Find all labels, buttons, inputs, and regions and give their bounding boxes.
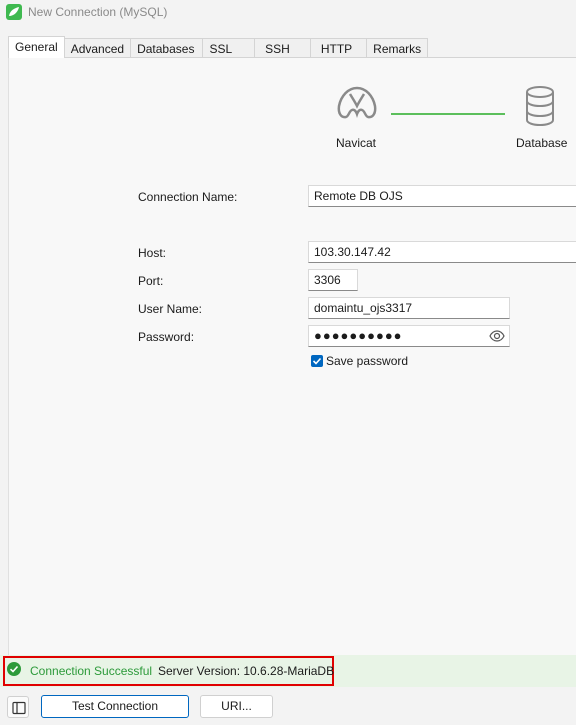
server-version: Server Version: 10.6.28-MariaDB [158, 664, 335, 678]
status-message: Connection Successful [30, 664, 153, 678]
navicat-logo-icon [333, 84, 381, 126]
user-name-input[interactable]: domaintu_ojs3317 [308, 297, 510, 319]
port-label: Port: [138, 274, 164, 288]
database-icon [522, 84, 558, 128]
navicat-app-icon [6, 4, 22, 20]
window-title: New Connection (MySQL) [28, 5, 168, 19]
save-password-checkbox[interactable] [311, 355, 323, 367]
checkmark-icon [312, 357, 322, 365]
test-connection-button[interactable]: Test Connection [41, 695, 189, 718]
eye-icon[interactable] [489, 329, 505, 343]
title-bar: New Connection (MySQL) [0, 0, 576, 26]
check-circle-icon [7, 662, 21, 676]
host-input[interactable]: 103.30.147.42 [308, 241, 576, 263]
save-password-label: Save password [326, 354, 409, 368]
uri-button[interactable]: URI... [200, 695, 273, 718]
host-label: Host: [138, 246, 167, 260]
port-input[interactable]: 3306 [308, 269, 358, 291]
tab-strip: General Advanced Databases SSL SSH HTTP … [8, 36, 429, 60]
connection-name-input[interactable]: Remote DB OJS [308, 185, 576, 207]
password-input[interactable]: ●●●●●●●●●● [308, 325, 510, 347]
connection-line [391, 113, 505, 115]
sidebar-toggle-icon [12, 701, 26, 715]
user-name-label: User Name: [138, 302, 203, 316]
password-label: Password: [138, 330, 195, 344]
navicat-caption: Navicat [336, 136, 377, 150]
general-panel [8, 57, 576, 655]
password-mask: ●●●●●●●●●● [314, 328, 403, 343]
toggle-panel-button[interactable] [7, 696, 29, 718]
connection-name-label: Connection Name: [138, 190, 238, 204]
tab-general[interactable]: General [8, 36, 65, 58]
database-caption: Database [516, 136, 568, 150]
